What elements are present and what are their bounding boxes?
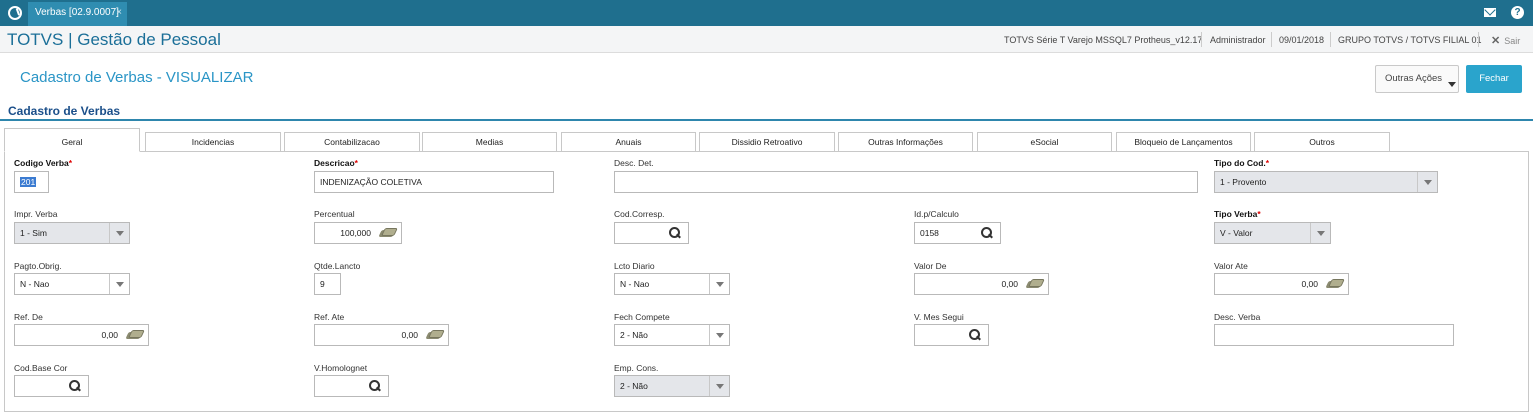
codigo-verba-field[interactable]: 201 [14, 171, 49, 193]
dropdown-arrow-icon [109, 274, 129, 294]
tab-medias[interactable]: Medias [422, 132, 557, 152]
tipo-cod-label: Tipo do Cod.* [1214, 158, 1270, 168]
mail-icon[interactable] [1484, 8, 1496, 17]
ref-ate-label: Ref. Ate [314, 312, 345, 322]
desc-det-field[interactable] [614, 171, 1198, 193]
close-icon: ✕ [1491, 35, 1501, 47]
dropdown-arrow-icon [1310, 223, 1330, 243]
tab-geral[interactable]: Geral [4, 128, 140, 152]
dropdown-arrow-icon [709, 325, 729, 345]
tab-dissidio-retroativo[interactable]: Dissidio Retroativo [699, 132, 835, 152]
v-homolognet-label: V.Homolognet [314, 363, 368, 373]
fech-compete-select[interactable]: 2 - Não [614, 324, 730, 346]
id-calculo-label: Id.p/Calculo [914, 209, 959, 219]
header-divider [1271, 32, 1272, 47]
cod-base-cor-label: Cod.Base Cor [14, 363, 68, 373]
emp-cons-label: Emp. Cons. [614, 363, 659, 373]
search-icon[interactable] [981, 227, 993, 239]
descricao-field[interactable]: INDENIZAÇÃO COLETIVA [314, 171, 554, 193]
desc-verba-field[interactable] [1214, 324, 1454, 346]
other-actions-button[interactable]: Outras Ações [1375, 65, 1459, 93]
pagto-obrig-select[interactable]: N - Nao [14, 273, 130, 295]
ref-de-field[interactable]: 0,00 [14, 324, 149, 346]
descricao-label: Descricao* [314, 158, 358, 168]
desc-verba-label: Desc. Verba [1214, 312, 1261, 322]
header-divider [1201, 32, 1202, 47]
brand-title: TOTVS | Gestão de Pessoal [7, 30, 221, 49]
valor-de-field[interactable]: 0,00 [914, 273, 1049, 295]
header-divider [1330, 32, 1331, 47]
v-homolognet-field[interactable] [314, 375, 389, 397]
header-divider [1478, 32, 1479, 47]
user-info: Administrador [1210, 35, 1266, 45]
other-actions-label: Outras Ações [1385, 73, 1443, 84]
caret-down-icon [1448, 82, 1456, 87]
app-topbar: Verbas [02.9.0007] × ? [0, 0, 1533, 26]
date-info: 09/01/2018 [1279, 35, 1325, 45]
tab-contabilizacao[interactable]: Contabilizacao [284, 132, 420, 152]
section-title: Cadastro de Verbas [8, 104, 121, 118]
search-icon[interactable] [369, 380, 381, 392]
ref-ate-field[interactable]: 0,00 [314, 324, 449, 346]
tipo-verba-select[interactable]: V - Valor [1214, 222, 1331, 244]
tab-incidencias[interactable]: Incidencias [145, 132, 281, 152]
cod-base-cor-field[interactable] [14, 375, 89, 397]
close-button[interactable]: Fechar [1466, 65, 1522, 93]
help-icon[interactable]: ? [1511, 6, 1524, 19]
currency-icon[interactable] [426, 330, 442, 340]
id-calculo-field[interactable]: 0158 [914, 222, 1001, 244]
tab-outros[interactable]: Outros [1254, 132, 1390, 152]
qtde-lancto-field[interactable]: 9 [314, 273, 341, 295]
desc-det-label: Desc. Det. [614, 158, 654, 168]
tab-outras-informacoes[interactable]: Outras Informações [838, 132, 973, 152]
currency-icon[interactable] [126, 330, 142, 340]
lcto-diario-label: Lcto Diario [614, 261, 655, 271]
currency-icon[interactable] [1026, 279, 1042, 289]
currency-icon[interactable] [379, 228, 395, 238]
dropdown-arrow-icon [709, 376, 729, 396]
tab-verbas-label: Verbas [02.9.0007] [35, 7, 119, 18]
page-title: Cadastro de Verbas - VISUALIZAR [20, 69, 254, 86]
dropdown-arrow-icon [709, 274, 729, 294]
search-icon[interactable] [969, 329, 981, 341]
close-tab-icon[interactable]: × [116, 2, 122, 24]
fech-compete-label: Fech Compete [614, 312, 670, 322]
v-mes-segui-field[interactable] [914, 324, 989, 346]
company-info: GRUPO TOTVS / TOTVS FILIAL 01 [1338, 35, 1482, 45]
valor-ate-field[interactable]: 0,00 [1214, 273, 1349, 295]
tab-esocial[interactable]: eSocial [977, 132, 1112, 152]
lcto-diario-select[interactable]: N - Nao [614, 273, 730, 295]
percentual-label: Percentual [314, 209, 355, 219]
dropdown-arrow-icon [109, 223, 129, 243]
dropdown-arrow-icon [1417, 172, 1437, 192]
search-icon[interactable] [669, 227, 681, 239]
section-divider [0, 119, 1533, 121]
valor-de-label: Valor De [914, 261, 947, 271]
logout-button[interactable]: ✕ Sair [1491, 34, 1520, 47]
percentual-field[interactable]: 100,000 [314, 222, 402, 244]
app-header: TOTVS | Gestão de Pessoal TOTVS Série T … [0, 26, 1533, 53]
impr-verba-label: Impr. Verba [14, 209, 58, 219]
tab-verbas[interactable]: Verbas [02.9.0007] × [28, 2, 127, 26]
tab-anuais[interactable]: Anuais [561, 132, 696, 152]
tipo-verba-label: Tipo Verba* [1214, 209, 1261, 219]
codigo-verba-label: Codigo Verba* [14, 158, 73, 168]
cod-corresp-label: Cod.Corresp. [614, 209, 665, 219]
logout-label: Sair [1504, 36, 1521, 46]
pagto-obrig-label: Pagto.Obrig. [14, 261, 62, 271]
search-icon[interactable] [69, 380, 81, 392]
environment-info: TOTVS Série T Varejo MSSQL7 Protheus_v12… [1004, 35, 1203, 45]
v-mes-segui-label: V. Mes Segui [914, 312, 964, 322]
tab-bloqueio-lancamentos[interactable]: Bloqueio de Lançamentos [1116, 132, 1251, 152]
cod-corresp-field[interactable] [614, 222, 689, 244]
valor-ate-label: Valor Ate [1214, 261, 1248, 271]
impr-verba-select[interactable]: 1 - Sim [14, 222, 130, 244]
ref-de-label: Ref. De [14, 312, 43, 322]
codigo-verba-value: 201 [20, 177, 37, 187]
qtde-lancto-label: Qtde.Lancto [314, 261, 361, 271]
emp-cons-select[interactable]: 2 - Não [614, 375, 730, 397]
tipo-cod-select[interactable]: 1 - Provento [1214, 171, 1438, 193]
totvs-logo-icon [8, 6, 22, 20]
currency-icon[interactable] [1326, 279, 1342, 289]
